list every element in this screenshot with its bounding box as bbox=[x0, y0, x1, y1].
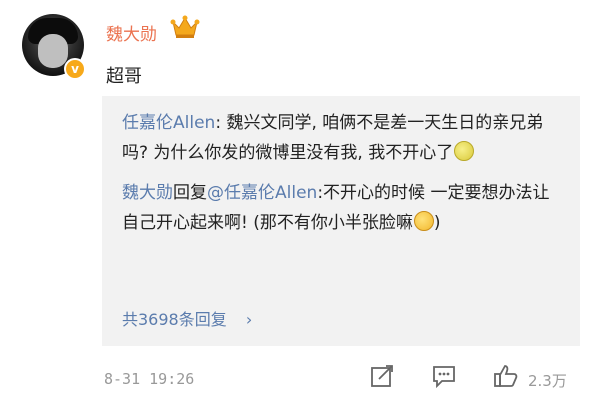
more-replies-label: 共3698条回复 bbox=[122, 310, 227, 329]
crown-badge-icon bbox=[170, 15, 200, 38]
comment-icon[interactable] bbox=[430, 362, 458, 390]
reply-thread: 任嘉伦Allen: 魏兴文同学, 咱俩不是差一天生日的亲兄弟吗? 为什么你发的微… bbox=[122, 108, 562, 238]
avatar-face bbox=[38, 34, 68, 68]
mention-link[interactable]: @任嘉伦Allen bbox=[207, 183, 317, 203]
reply-verb: 回复 bbox=[173, 183, 207, 203]
reply-comment: 魏大勋回复@任嘉伦Allen:不开心的时候 一定要想办法让自己开心起来啊! (那… bbox=[122, 178, 562, 238]
laugh-cry-emoji-icon bbox=[413, 211, 434, 231]
verified-badge-icon: v bbox=[64, 58, 86, 80]
share-icon[interactable] bbox=[368, 362, 396, 390]
like-icon[interactable] bbox=[492, 362, 520, 390]
lemon-emoji-icon bbox=[454, 141, 475, 161]
post-content: 超哥 bbox=[106, 66, 142, 87]
more-replies-link[interactable]: 共3698条回复 › bbox=[122, 306, 252, 330]
timestamp: 8-31 19:26 bbox=[104, 370, 195, 388]
commenter-link[interactable]: 任嘉伦Allen bbox=[122, 113, 215, 133]
comment-separator: : bbox=[215, 113, 222, 133]
replier-link[interactable]: 魏大勋 bbox=[122, 183, 173, 203]
like-count: 2.3万 bbox=[528, 372, 567, 390]
reply-comment: 任嘉伦Allen: 魏兴文同学, 咱俩不是差一天生日的亲兄弟吗? 为什么你发的微… bbox=[122, 108, 562, 168]
chevron-right-icon: › bbox=[245, 310, 253, 329]
reply-box: 任嘉伦Allen: 魏兴文同学, 咱俩不是差一天生日的亲兄弟吗? 为什么你发的微… bbox=[102, 96, 580, 346]
author-name[interactable]: 魏大勋 bbox=[106, 20, 157, 45]
comment-text-end: ) bbox=[433, 213, 441, 233]
